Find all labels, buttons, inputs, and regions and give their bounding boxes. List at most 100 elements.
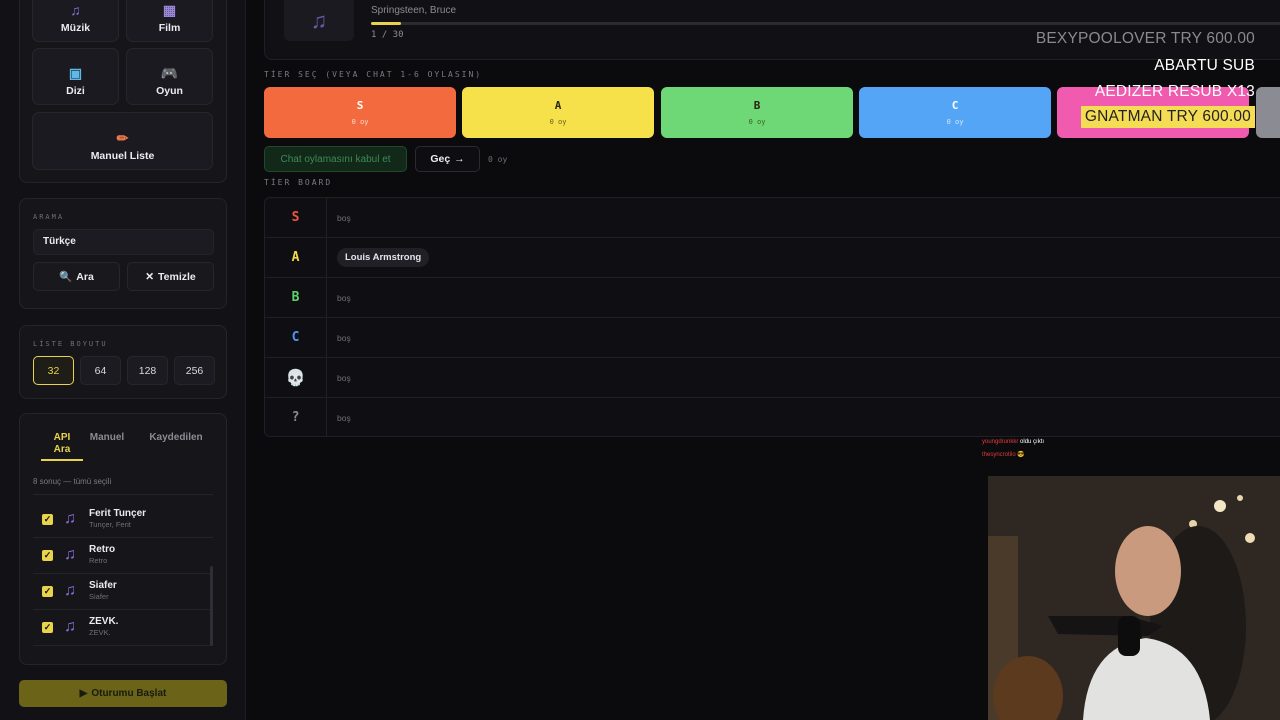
result-title: Retro xyxy=(89,544,116,555)
results-summary: 8 sonuç — tümü seçili xyxy=(33,477,112,486)
result-subtitle: ZEVK. xyxy=(89,628,111,637)
tier-letter: B xyxy=(753,99,761,112)
category-label: Film xyxy=(158,22,181,34)
chat-text: 😎 xyxy=(1017,452,1025,458)
tv-icon: ▣ xyxy=(68,65,83,81)
tier-row-skull[interactable]: 💀 boş xyxy=(265,358,1280,398)
category-music[interactable]: ♫ Müzik xyxy=(32,0,119,42)
result-title: ZEVK. xyxy=(89,616,119,627)
music-note-icon: ♫ xyxy=(64,546,76,563)
checkbox[interactable]: ✓ xyxy=(42,550,53,561)
tier-row-a[interactable]: A Louis Armstrong xyxy=(265,238,1280,278)
tier-row-s[interactable]: S boş xyxy=(265,198,1280,238)
progress-fill xyxy=(371,22,402,25)
tier-button-s[interactable]: S 0 oy xyxy=(264,87,456,138)
chat-username: thesyncrotilo xyxy=(982,452,1016,458)
chat-message: youngdrunkkr oldu çıktı xyxy=(982,439,1044,445)
list-item[interactable]: ✓ ♫ ZEVK. ZEVK. xyxy=(33,610,213,646)
chat-username: youngdrunkkr xyxy=(982,439,1019,445)
stream-alert: BEXYPOOLOVER TRY 600.00 xyxy=(1035,30,1255,47)
category-label: Dizi xyxy=(66,85,85,97)
tab-manual[interactable]: Manuel xyxy=(88,432,126,444)
search-button-label: Ara xyxy=(76,270,94,283)
result-subtitle: Tunçer, Ferit xyxy=(89,520,131,529)
tier-row-label: A xyxy=(265,238,327,277)
empty-placeholder: boş xyxy=(337,213,351,223)
chat-text: oldu çıktı xyxy=(1020,439,1045,445)
list-size-panel: LİSTE BOYUTU 32 64 128 256 xyxy=(19,325,227,399)
empty-placeholder: boş xyxy=(337,373,351,383)
category-game[interactable]: 🎮 Oyun xyxy=(126,48,213,105)
checkbox[interactable]: ✓ xyxy=(42,586,53,597)
category-film[interactable]: ▦ Film xyxy=(126,0,213,42)
music-note-icon: ♫ xyxy=(64,510,76,527)
list-item[interactable]: ✓ ♫ Siafer Siafer xyxy=(33,574,213,610)
sidebar: ♫ Müzik ▦ Film ▣ Dizi 🎮 Oyun ✏ Manuel Li… xyxy=(0,0,246,720)
webcam-feed xyxy=(988,476,1280,720)
tier-button-a[interactable]: A 0 oy xyxy=(462,87,654,138)
webcam-figure xyxy=(988,476,1280,720)
checkbox[interactable]: ✓ xyxy=(42,514,53,525)
list-item[interactable]: ✓ ♫ Retro Retro xyxy=(33,538,213,574)
clear-button[interactable]: ✕ Temizle xyxy=(127,262,214,291)
skip-button[interactable]: Geç → xyxy=(415,146,480,172)
checkbox[interactable]: ✓ xyxy=(42,622,53,633)
stream-alert: AEDIZER RESUB X13 xyxy=(1094,83,1255,100)
tier-item-chip[interactable]: Louis Armstrong xyxy=(337,248,430,267)
category-manual-list[interactable]: ✏ Manuel Liste xyxy=(32,112,213,170)
search-input[interactable]: Türkçe xyxy=(33,229,214,255)
tier-button-b[interactable]: B 0 oy xyxy=(661,87,853,138)
tier-letter: A xyxy=(554,99,562,112)
chat-message: thesyncrotilo 😎 xyxy=(982,451,1025,458)
arrow-right-icon: → xyxy=(454,153,465,165)
tab-api-search[interactable]: API Ara xyxy=(41,432,83,456)
tier-button-overflow[interactable] xyxy=(1256,87,1280,138)
tier-row-label: B xyxy=(265,278,327,317)
close-icon: ✕ xyxy=(145,270,155,283)
progress-bar xyxy=(371,22,1280,25)
category-label: Müzik xyxy=(60,22,91,34)
tier-letter: S xyxy=(356,99,364,112)
artist-subtitle: Springsteen, Bruce xyxy=(371,5,457,16)
tier-row-unknown[interactable]: ? boş xyxy=(265,398,1280,438)
tier-row-c[interactable]: C boş xyxy=(265,318,1280,358)
accept-chat-vote-button[interactable]: Chat oylamasını kabul et xyxy=(264,146,407,172)
tier-letter: C xyxy=(951,99,959,112)
size-option-128[interactable]: 128 xyxy=(127,356,168,385)
stream-alert-highlight: GNATMAN TRY 600.00 xyxy=(1080,106,1255,128)
album-art: ♫ xyxy=(284,0,354,41)
skip-button-label: Geç xyxy=(430,153,451,165)
search-button[interactable]: 🔍 Ara xyxy=(33,262,120,291)
tier-row-label: ? xyxy=(265,398,327,437)
tier-votes: 0 oy xyxy=(351,118,369,126)
gamepad-icon: 🎮 xyxy=(160,65,179,81)
play-icon: ▶ xyxy=(79,688,88,699)
active-tab-indicator xyxy=(41,459,83,461)
tab-label: API xyxy=(53,432,71,443)
film-icon: ▦ xyxy=(162,2,177,18)
list-size-section-label: LİSTE BOYUTU xyxy=(33,340,108,348)
size-option-32[interactable]: 32 xyxy=(33,356,74,385)
tier-votes: 0 oy xyxy=(748,118,766,126)
category-label: Manuel Liste xyxy=(90,150,155,162)
tier-row-b[interactable]: B boş xyxy=(265,278,1280,318)
tier-button-c[interactable]: C 0 oy xyxy=(859,87,1051,138)
tier-row-label: S xyxy=(265,198,327,237)
result-subtitle: Siafer xyxy=(89,592,109,601)
result-title: Ferit Tunçer xyxy=(89,508,147,519)
list-item[interactable]: ✓ ♫ Ferit Tunçer Tunçer, Ferit xyxy=(33,502,213,538)
search-section-label: ARAMA xyxy=(33,213,65,221)
empty-placeholder: boş xyxy=(337,293,351,303)
size-option-64[interactable]: 64 xyxy=(80,356,121,385)
category-series[interactable]: ▣ Dizi xyxy=(32,48,119,105)
search-panel: ARAMA Türkçe 🔍 Ara ✕ Temizle xyxy=(19,198,227,309)
clear-button-label: Temizle xyxy=(158,270,196,283)
result-subtitle: Retro xyxy=(89,556,108,565)
skip-votes: 0 oy xyxy=(488,155,508,164)
results-scrollbar[interactable] xyxy=(210,566,213,646)
tab-saved[interactable]: Kaydedilen xyxy=(146,432,206,444)
tab-label: Ara xyxy=(53,444,71,455)
start-session-button[interactable]: ▶ Oturumu Başlat xyxy=(19,680,227,707)
size-option-256[interactable]: 256 xyxy=(174,356,215,385)
result-title: Siafer xyxy=(89,580,117,591)
